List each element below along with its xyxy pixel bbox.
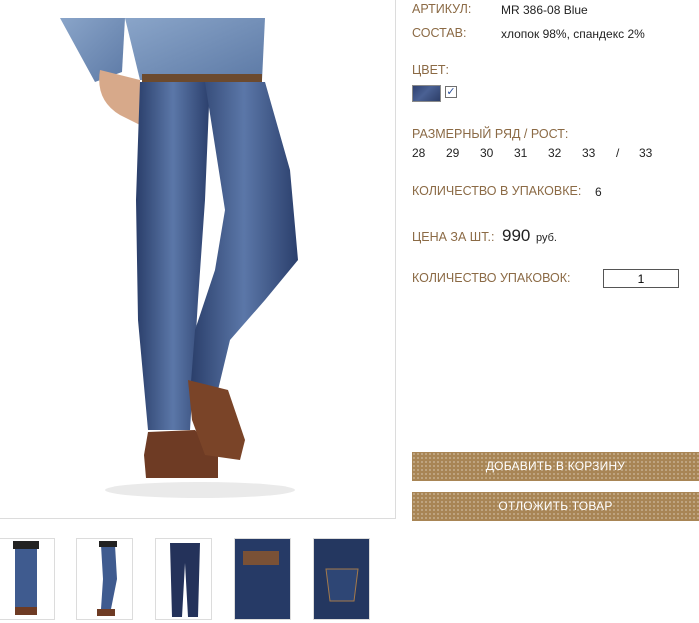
size-list: 28 29 30 31 32 33 / 33 (412, 146, 672, 162)
sku-label: АРТИКУЛ: (412, 2, 472, 16)
color-checkbox[interactable]: ✓ (445, 86, 457, 98)
sizes-label: РАЗМЕРНЫЙ РЯД / РОСТ: (412, 127, 569, 141)
thumbnail-strip (0, 538, 380, 623)
price-label: ЦЕНА ЗА ШТ.: (412, 230, 495, 244)
size-separator: / (616, 146, 620, 160)
size-item: 32 (548, 146, 562, 160)
pack-qty-value: 6 (595, 185, 602, 199)
jeans-photo (60, 18, 298, 498)
packs-quantity-input[interactable] (603, 269, 679, 288)
thumbnail-3[interactable] (155, 538, 212, 620)
thumbnail-4[interactable] (234, 538, 291, 620)
size-item: 28 (412, 146, 426, 160)
composition-label: СОСТАВ: (412, 26, 467, 40)
color-label: ЦВЕТ: (412, 63, 450, 77)
size-item: 33 (582, 146, 596, 160)
price-value: 990 (502, 226, 531, 245)
product-main-image[interactable] (0, 0, 396, 519)
thumbnail-5[interactable] (313, 538, 370, 620)
size-item: 31 (514, 146, 528, 160)
size-item: 30 (480, 146, 494, 160)
price-currency: руб. (536, 232, 557, 244)
thumbnail-2[interactable] (76, 538, 133, 620)
pack-qty-label: КОЛИЧЕСТВО В УПАКОВКЕ: (412, 184, 582, 198)
color-swatch[interactable] (412, 85, 441, 102)
height-item: 33 (639, 146, 653, 160)
thumbnail-1[interactable] (0, 538, 55, 620)
composition-value: хлопок 98%, спандекс 2% (501, 27, 645, 41)
postpone-button[interactable]: ОТЛОЖИТЬ ТОВАР (412, 492, 699, 521)
sku-value: MR 386-08 Blue (501, 3, 588, 17)
add-to-cart-button[interactable]: ДОБАВИТЬ В КОРЗИНУ (412, 452, 699, 481)
size-item: 29 (446, 146, 460, 160)
packs-label: КОЛИЧЕСТВО УПАКОВОК: (412, 271, 571, 285)
